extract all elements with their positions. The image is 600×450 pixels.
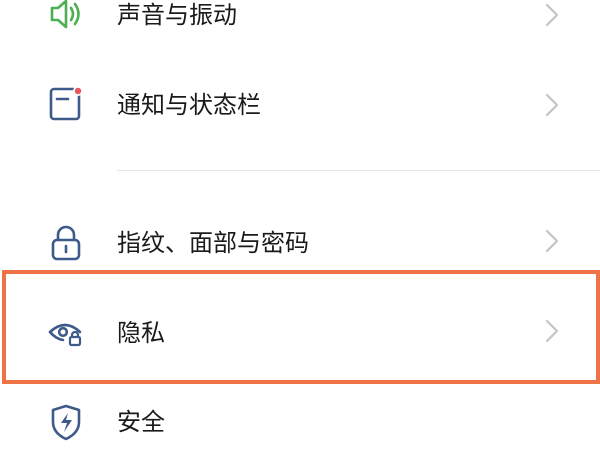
settings-item-label: 安全: [117, 408, 165, 436]
chevron-right-icon: [544, 92, 560, 118]
settings-item-notifications[interactable]: 通知与状态栏: [0, 75, 600, 135]
eye-lock-icon: [46, 312, 86, 352]
settings-item-privacy[interactable]: 隐私: [0, 302, 600, 362]
settings-item-sound[interactable]: 声音与振动: [0, 0, 600, 40]
chevron-right-icon: [544, 228, 560, 254]
notification-icon: [46, 84, 86, 124]
settings-item-security[interactable]: 安全: [0, 392, 600, 450]
settings-item-label: 隐私: [117, 319, 165, 347]
chevron-right-icon: [544, 2, 560, 28]
settings-item-label: 通知与状态栏: [117, 91, 261, 119]
shield-icon: [46, 402, 86, 442]
lock-icon: [46, 223, 86, 263]
settings-item-label: 声音与振动: [117, 1, 237, 29]
settings-item-label: 指纹、面部与密码: [117, 229, 309, 257]
settings-item-biometrics[interactable]: 指纹、面部与密码: [0, 213, 600, 273]
chevron-right-icon: [544, 318, 560, 344]
section-divider: [117, 170, 600, 171]
speaker-icon: [46, 0, 86, 34]
settings-list: 声音与振动 通知与状态栏 指纹、面部与密码 隐私 安全: [0, 0, 600, 450]
